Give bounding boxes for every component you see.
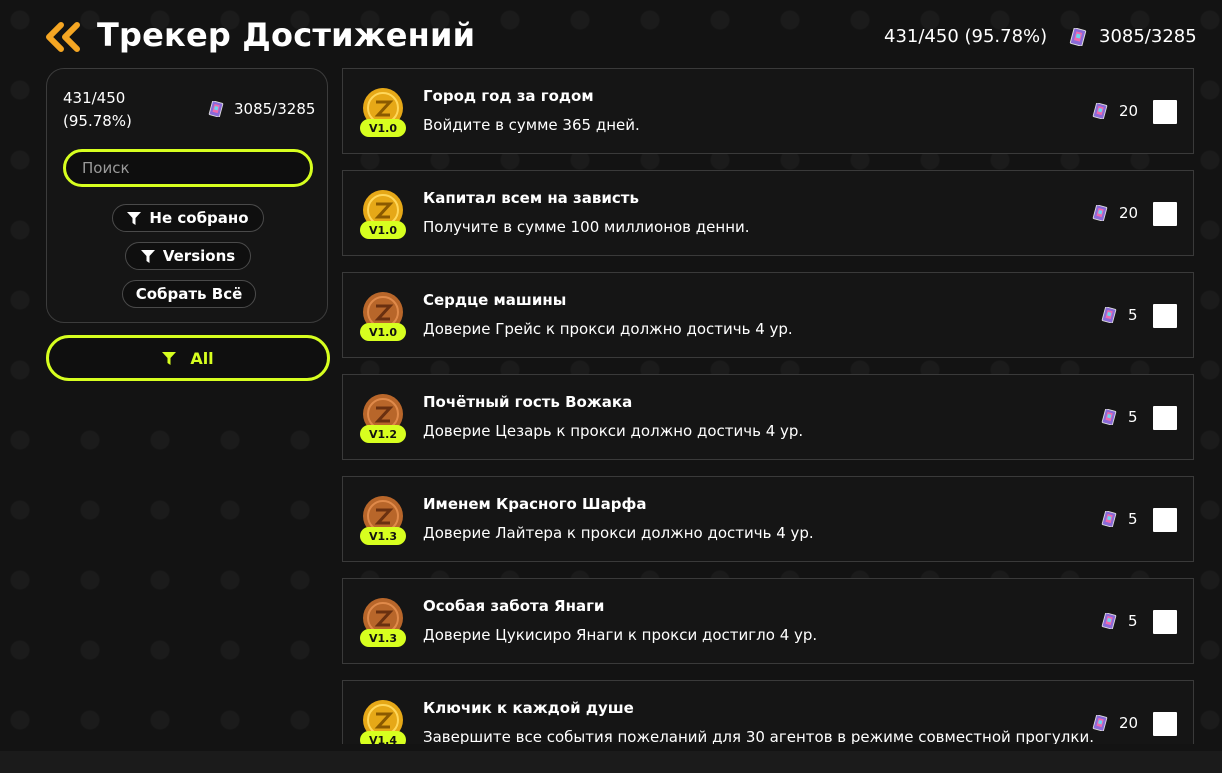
collect-all-button[interactable]: Собрать Всё [122,280,256,308]
version-badge: V1.0 [360,119,406,137]
sidebar-progress-percent: (95.78%) [63,112,132,130]
sidebar-progress: 431/450 (95.78%) [63,87,132,133]
achievement-card: V1.0 Город год за годом Войдите в сумме … [342,68,1194,154]
achievement-reward: 5 [1128,306,1138,324]
version-badge: V1.3 [360,527,406,545]
page-title: Трекер Достижений [97,16,476,54]
achievement-description: Завершите все события пожеланий для 30 а… [423,728,1094,744]
category-all-button[interactable]: All [46,335,330,381]
achievement-title: Капитал всем на зависть [423,189,639,207]
category-all-label: All [190,348,214,368]
filter-versions-button[interactable]: Versions [125,242,251,270]
achievement-reward: 5 [1128,510,1138,528]
achievement-card: V1.2 Почётный гость Вожака Доверие Цезар… [342,374,1194,460]
achievement-reward: 20 [1119,102,1139,120]
achievement-list: V1.0 Город год за годом Войдите в сумме … [342,68,1194,744]
collected-checkbox[interactable] [1153,406,1177,430]
collected-checkbox[interactable] [1153,202,1177,226]
version-badge: V1.2 [360,425,406,443]
double-chevron-left-icon[interactable] [44,22,84,52]
search-input[interactable] [63,149,313,187]
polychrome-icon [208,100,224,118]
header-polychrome-count: 3085/3285 [1099,26,1197,47]
achievement-card: V1.3 Особая забота Янаги Доверие Цукисир… [342,578,1194,664]
collected-checkbox[interactable] [1153,304,1177,328]
filter-uncollected-button[interactable]: Не собрано [112,204,264,232]
achievement-reward: 20 [1119,714,1139,732]
achievement-title: Именем Красного Шарфа [423,495,647,513]
polychrome-icon [1092,714,1108,732]
achievement-card: V1.0 Сердце машины Доверие Грейс к прокс… [342,272,1194,358]
achievement-reward: 5 [1128,408,1138,426]
polychrome-icon [1092,204,1108,222]
achievement-description: Доверие Лайтера к прокси должно достичь … [423,524,814,542]
achievement-medal: V1.2 [360,393,406,443]
achievement-title: Ключик к каждой душе [423,699,634,717]
polychrome-icon [1101,408,1117,426]
version-badge: V1.0 [360,221,406,239]
polychrome-icon [1101,510,1117,528]
achievement-medal: V1.0 [360,189,406,239]
sidebar-panel: 431/450 (95.78%) 3085/3285 Не собрано Ve… [46,68,328,323]
header-progress: 431/450 (95.78%) [884,26,1048,47]
collected-checkbox[interactable] [1153,508,1177,532]
achievement-title: Почётный гость Вожака [423,393,633,411]
achievement-medal: V1.0 [360,87,406,137]
filter-versions-label: Versions [162,247,236,265]
achievement-card: V1.4 Ключик к каждой душе Завершите все … [342,680,1194,744]
achievement-description: Войдите в сумме 365 дней. [423,116,640,134]
sidebar-polychrome-count: 3085/3285 [234,100,316,118]
achievement-card: V1.3 Именем Красного Шарфа Доверие Лайте… [342,476,1194,562]
achievement-medal: V1.3 [360,495,406,545]
filter-uncollected-label: Не собрано [149,209,249,227]
collect-all-label: Собрать Всё [135,285,243,303]
achievement-title: Город год за годом [423,87,594,105]
achievement-description: Доверие Грейс к прокси должно достичь 4 … [423,320,793,338]
achievement-medal: V1.3 [360,597,406,647]
collected-checkbox[interactable] [1153,610,1177,634]
version-badge: V1.4 [360,731,406,744]
filter-icon [162,351,177,365]
achievement-description: Доверие Цукисиро Янаги к прокси достигло… [423,626,818,644]
page-header: Трекер Достижений 431/450 (95.78%) 3085/… [0,0,1222,72]
polychrome-icon [1092,102,1108,120]
achievement-title: Сердце машины [423,291,567,309]
achievement-medal: V1.4 [360,699,406,744]
polychrome-icon [1101,612,1117,630]
filter-icon [127,211,142,225]
version-badge: V1.0 [360,323,406,341]
achievement-title: Особая забота Янаги [423,597,605,615]
collected-checkbox[interactable] [1153,100,1177,124]
achievement-description: Получите в сумме 100 миллионов денни. [423,218,750,236]
bottom-bar [0,751,1222,773]
achievement-description: Доверие Цезарь к прокси должно достичь 4… [423,422,804,440]
sidebar-progress-count: 431/450 [63,89,126,107]
achievement-card: V1.0 Капитал всем на зависть Получите в … [342,170,1194,256]
filter-icon [140,249,155,263]
achievement-reward: 5 [1128,612,1138,630]
version-badge: V1.3 [360,629,406,647]
achievement-reward: 20 [1119,204,1139,222]
collected-checkbox[interactable] [1153,712,1177,736]
polychrome-icon [1101,306,1117,324]
polychrome-icon [1069,27,1087,47]
achievement-medal: V1.0 [360,291,406,341]
